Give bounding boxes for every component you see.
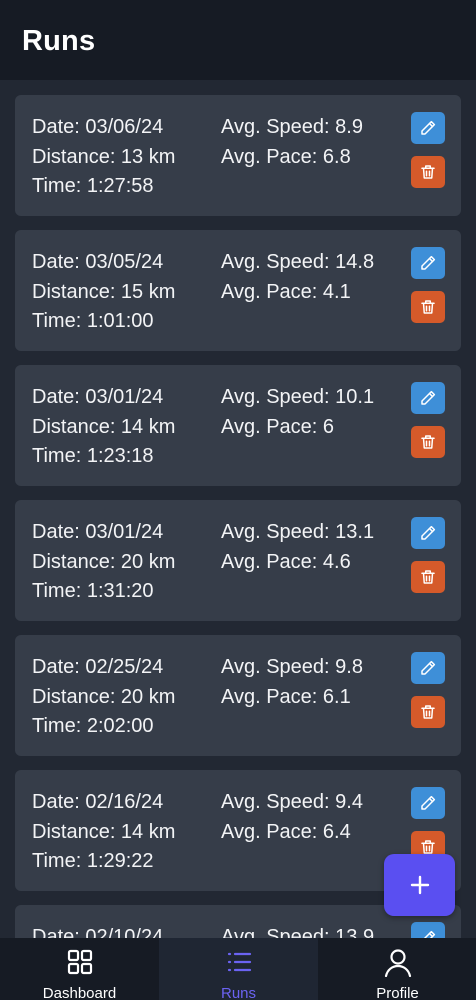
pencil-icon [423,930,436,938]
pencil-icon [421,255,436,270]
delete-button[interactable] [411,426,445,458]
nav-label-dashboard: Dashboard [42,985,117,1000]
trash-icon [421,570,435,584]
run-distance: Distance: 14 km [32,821,176,843]
run-date: Date: 03/01/24 [32,386,164,408]
run-avg-pace: Avg. Pace: 6.4 [221,821,351,843]
run-date: Date: 02/25/24 [32,656,164,678]
run-date: Date: 03/05/24 [32,251,164,273]
run-card[interactable]: Date: 03/01/24 Distance: 20 km Time: 1:3… [15,500,461,621]
run-distance: Distance: 13 km [32,146,176,168]
run-list[interactable]: Date: 03/06/24 Distance: 13 km Time: 1:2… [15,95,461,938]
nav-label-profile: Profile [376,985,419,1000]
run-distance: Distance: 20 km [32,551,176,573]
run-time: Time: 2:02:00 [32,715,154,737]
run-time: Time: 1:29:22 [32,850,154,872]
run-avg-speed: Avg. Speed: 14.8 [221,251,375,273]
add-run-button[interactable] [384,854,455,916]
edit-button[interactable] [411,787,445,819]
run-avg-pace: Avg. Pace: 6.1 [221,686,351,708]
run-distance: Distance: 14 km [32,416,176,438]
run-time: Time: 1:31:20 [32,580,154,602]
pencil-icon [421,120,436,135]
pencil-icon [421,660,436,675]
run-avg-speed: Avg. Speed: 10.1 [221,386,375,408]
edit-button[interactable] [411,922,445,938]
run-time: Time: 1:01:00 [32,310,154,332]
delete-button[interactable] [411,561,445,593]
bottom-nav: Dashboard Runs Profile [0,938,476,1000]
run-avg-pace: Avg. Pace: 6.8 [221,146,351,168]
delete-button[interactable] [411,696,445,728]
run-card[interactable]: Date: 03/01/24 Distance: 14 km Time: 1:2… [15,365,461,486]
nav-item-dashboard[interactable]: Dashboard [0,938,159,1000]
edit-button[interactable] [411,247,445,279]
run-avg-speed: Avg. Speed: 13.1 [221,521,375,543]
user-icon [384,949,411,977]
delete-button[interactable] [411,156,445,188]
run-avg-pace: Avg. Pace: 6 [221,416,335,438]
trash-icon [421,705,435,719]
run-time: Time: 1:27:58 [32,175,154,197]
run-card[interactable]: Date: 02/25/24 Distance: 20 km Time: 2:0… [15,635,461,756]
app-header: Runs [0,0,476,80]
run-avg-speed: Avg. Speed: 9.8 [221,656,363,678]
run-avg-speed: Avg. Speed: 13.9 [221,926,375,938]
page-title: Runs [22,25,96,57]
edit-button[interactable] [411,112,445,144]
run-distance: Distance: 15 km [32,281,176,303]
run-avg-speed: Avg. Speed: 9.4 [221,791,363,813]
edit-button[interactable] [411,652,445,684]
pencil-icon [421,795,436,810]
edit-button[interactable] [411,517,445,549]
run-avg-speed: Avg. Speed: 8.9 [221,116,363,138]
trash-icon [421,165,435,179]
pencil-icon [421,525,436,540]
run-time: Time: 1:23:18 [32,445,154,467]
run-date: Date: 02/10/24 [32,926,164,938]
list-icon [227,952,251,972]
nav-item-profile[interactable]: Profile [318,938,476,1000]
run-date: Date: 02/16/24 [32,791,164,813]
trash-icon [421,435,435,449]
nav-label-runs: Runs [220,985,257,1000]
edit-button[interactable] [411,382,445,414]
pencil-icon [421,390,436,405]
run-date: Date: 03/01/24 [32,521,164,543]
run-date: Date: 03/06/24 [32,116,164,138]
trash-icon [421,300,435,314]
run-card[interactable]: Date: 03/06/24 Distance: 13 km Time: 1:2… [15,95,461,216]
run-distance: Distance: 20 km [32,686,176,708]
nav-item-runs[interactable]: Runs [159,938,318,1000]
run-card[interactable]: Date: 03/05/24 Distance: 15 km Time: 1:0… [15,230,461,351]
run-avg-pace: Avg. Pace: 4.6 [221,551,351,573]
delete-button[interactable] [411,291,445,323]
grid-icon [67,949,92,975]
plus-icon [410,875,429,895]
run-avg-pace: Avg. Pace: 4.1 [221,281,351,303]
